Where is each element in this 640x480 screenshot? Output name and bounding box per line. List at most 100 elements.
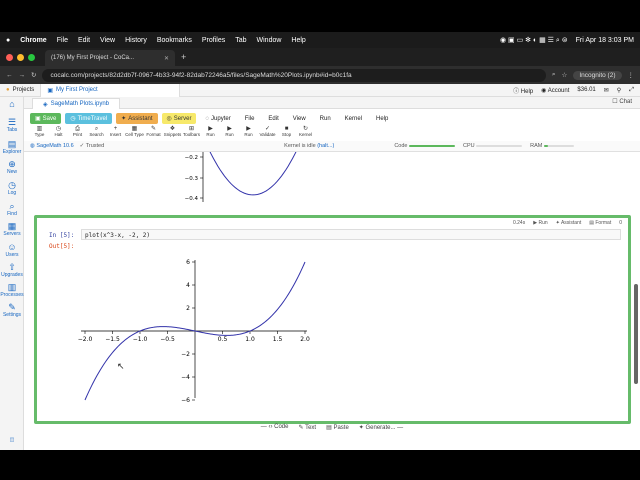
sidebar-item-servers[interactable]: ▦ Servers — [0, 221, 24, 237]
server-button[interactable]: ◎ Server — [161, 113, 197, 124]
processes-icon: ▥ — [7, 282, 17, 292]
search-icon[interactable]: ⌕ — [552, 71, 556, 79]
previous-output-cell[interactable]: −0.2 −0.3 −0.4 — [34, 149, 631, 208]
menu-bookmarks[interactable]: Bookmarks — [157, 37, 192, 44]
sidebar-item-find[interactable]: ⌕ Find — [0, 201, 24, 217]
menu-chrome[interactable]: Chrome — [20, 37, 46, 44]
tool-run-9[interactable]: ▶ Run — [201, 126, 220, 140]
generate-button[interactable]: ✦ Generate... — — [359, 424, 403, 431]
menu-jupyter[interactable]: ◌ Jupyter — [200, 114, 235, 124]
menu-profiles[interactable]: Profiles — [202, 37, 225, 44]
url-field[interactable]: cocalc.com/projects/82d2db7f-0967-4b33-9… — [42, 68, 546, 82]
tool-type-0[interactable]: ▥ Type — [30, 126, 49, 140]
fullscreen-icon[interactable]: ⤢ — [629, 87, 634, 94]
menu-tab[interactable]: Tab — [235, 37, 246, 44]
tool-halt-1[interactable]: ◷ Halt — [49, 126, 68, 140]
sidebar-item-tabs[interactable]: ☰ Tabs — [0, 117, 24, 133]
tool-kernel-14[interactable]: ↻ Kernel — [296, 126, 315, 140]
jupyter-file-icon: ◈ — [43, 101, 48, 108]
pen-icon: ✎ — [298, 424, 304, 431]
kernel-status-row: ◍ SageMath 10.6 ✓ Trusted Kernel is idle… — [24, 141, 640, 152]
y-tick-label: −0.3 — [185, 176, 199, 182]
menu-file[interactable]: File — [57, 37, 68, 44]
scrollbar[interactable] — [634, 284, 638, 384]
more-menu-icon[interactable]: ⋮ — [628, 71, 635, 79]
connection-icon[interactable]: ⚲ — [617, 87, 621, 94]
project-tab[interactable]: ▣ My First Project — [40, 83, 181, 97]
maximize-window-icon[interactable] — [28, 53, 35, 61]
sidebar-item-home[interactable]: ⌂ — [0, 99, 24, 109]
cell-format-button[interactable]: ▤ Format — [589, 220, 611, 226]
sidebar-item-upgrades[interactable]: ⇧ Upgrades — [0, 262, 24, 278]
forward-icon[interactable]: → — [19, 72, 26, 79]
sidebar-item-users[interactable]: ☺ Users — [0, 242, 24, 258]
sidebar-item-log[interactable]: ◷ Log — [0, 180, 24, 196]
sidebar-item-new[interactable]: ⊕ New — [0, 159, 24, 175]
sidebar-item-settings[interactable]: ✎ Settings — [0, 302, 24, 318]
menu-nb-kernel[interactable]: Kernel — [340, 114, 367, 124]
cocalc-top-nav: ● Projects ▣ My First Project ⓘ Help ◉ Acc… — [0, 83, 640, 97]
bookmark-star-icon[interactable]: ☆ — [562, 71, 568, 79]
tabs-icon: ☰ — [7, 117, 17, 127]
sidebar-item-processes[interactable]: ▥ Processes — [0, 282, 24, 298]
menu-edit[interactable]: Edit — [78, 37, 90, 44]
menu-nb-help[interactable]: Help — [371, 114, 393, 124]
balance[interactable]: $36.01 — [577, 87, 595, 93]
timetravel-button[interactable]: ◷ TimeTravel — [65, 113, 113, 124]
tool-print-2[interactable]: ⎙ Print — [68, 126, 87, 140]
clock: Fri Apr 18 3:03 PM — [575, 36, 634, 44]
new-tab-icon[interactable]: + — [181, 52, 186, 62]
incognito-badge[interactable]: Incognito (2) — [573, 70, 622, 80]
minimize-window-icon[interactable] — [17, 53, 24, 61]
collapse-icon[interactable]: ◫ — [0, 437, 24, 443]
help-button[interactable]: ⓘ Help — [513, 86, 533, 95]
tool-toolbars-8[interactable]: ⊞ Toolbars — [182, 126, 201, 140]
notifications-icon[interactable]: ✉ — [604, 87, 609, 94]
save-button[interactable]: ▣ Save — [30, 113, 62, 124]
cell-run-button[interactable]: ▶ Run — [533, 220, 547, 226]
tool-stop-13[interactable]: ■ Stop — [277, 126, 296, 140]
menu-nb-run[interactable]: Run — [315, 114, 336, 124]
projects-button[interactable]: ● Projects — [0, 87, 40, 93]
tool-format-6[interactable]: ✎ Format — [144, 126, 163, 140]
close-tab-icon[interactable]: ✕ — [164, 55, 169, 62]
menu-help[interactable]: Help — [291, 37, 305, 44]
tool-run-10[interactable]: ▶ Run — [220, 126, 239, 140]
tool-label: Halt — [54, 132, 63, 137]
back-icon[interactable]: ← — [6, 72, 13, 79]
halt-link[interactable]: (halt...) — [317, 143, 334, 149]
menu-nb-file[interactable]: File — [240, 114, 260, 124]
menu-view[interactable]: View — [100, 37, 115, 44]
sidebar-item-explorer[interactable]: ▤ Explorer — [0, 139, 24, 155]
tool-search-3[interactable]: ⌕ Search — [87, 126, 106, 140]
y-tick-label: 4 — [186, 282, 190, 289]
code-editor[interactable]: plot(x^3-x, -2, 2) — [81, 229, 621, 240]
menu-history[interactable]: History — [125, 37, 147, 44]
close-window-icon[interactable] — [6, 53, 13, 61]
project-icon: ▣ — [47, 87, 53, 94]
assistant-button[interactable]: ✦ Assistant — [116, 113, 158, 124]
insert-code-button[interactable]: — ‹› Code — [261, 424, 289, 430]
tool-snippets-7[interactable]: ❖ Snippets — [163, 126, 182, 140]
kernel-name[interactable]: ◍ SageMath 10.6 — [30, 143, 74, 149]
browser-tab[interactable]: (176) My First Project - CoCa... ✕ — [45, 50, 175, 66]
tool-label: Format — [146, 132, 161, 137]
tool-run-11[interactable]: ▶ Run — [239, 126, 258, 140]
notebook-body[interactable]: −0.2 −0.3 −0.4 0.24s ▶ Run ✦ Assistant ▤ F… — [34, 149, 631, 449]
tool-insert-4[interactable]: + Insert — [106, 126, 125, 140]
apple-icon[interactable]: ● — [6, 37, 10, 44]
cell-assistant-button[interactable]: ✦ Assistant — [556, 220, 582, 226]
code-cell-5[interactable]: 0.24s ▶ Run ✦ Assistant ▤ Format 0 In [5… — [34, 215, 631, 424]
reload-icon[interactable]: ↻ — [31, 71, 36, 79]
account-button[interactable]: ◉ Account — [541, 87, 569, 94]
tool-label: Insert — [109, 132, 122, 137]
insert-text-button[interactable]: ✎ Text — [298, 424, 316, 431]
menu-nb-view[interactable]: View — [288, 114, 311, 124]
menu-nb-edit[interactable]: Edit — [263, 114, 283, 124]
menu-window[interactable]: Window — [257, 37, 282, 44]
tool-cell-type-5[interactable]: ▦ Cell Type — [125, 126, 144, 140]
tool-validate-12[interactable]: ✓ Validate — [258, 126, 277, 140]
paste-button[interactable]: ▤ Paste — [326, 424, 349, 431]
file-tab-sagemath-plots[interactable]: ◈ SageMath Plots.ipynb — [32, 98, 120, 109]
chat-button[interactable]: ☐ Chat — [612, 98, 632, 105]
